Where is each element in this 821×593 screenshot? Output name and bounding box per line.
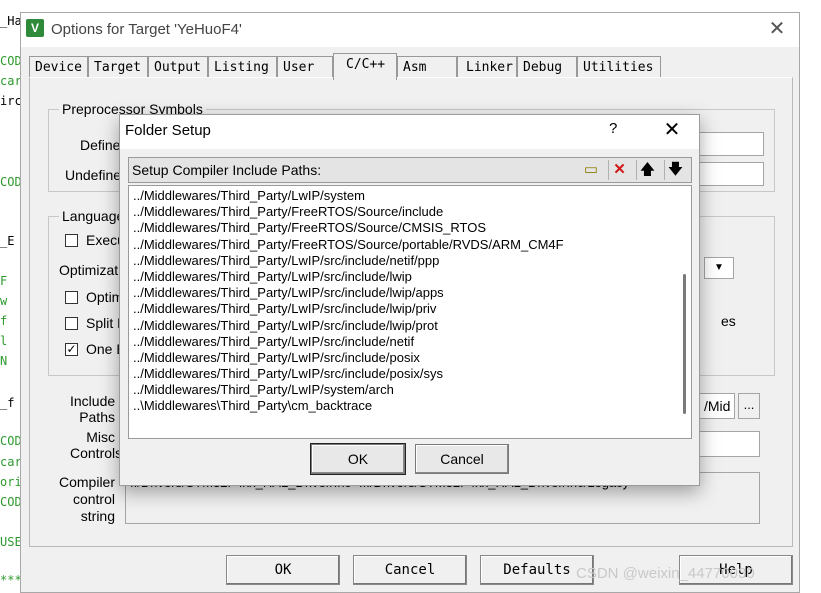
tab-listing[interactable]: Listing [208,56,277,78]
cancel-button[interactable]: Cancel [353,555,467,585]
tab-utilities[interactable]: Utilities [577,56,661,78]
execute-only-checkbox[interactable] [65,234,78,247]
misc-controls-label-1: Misc [86,429,115,445]
list-item[interactable]: ../Middlewares/Third_Party/LwIP/src/incl… [133,366,564,382]
editor-text: COD [0,434,22,448]
editor-text: car [0,74,22,88]
list-item[interactable]: ../Middlewares/Third_Party/LwIP/system/a… [133,382,564,398]
editor-text: l [0,334,8,348]
watermark: CSDN @weixin_44770030 [576,565,755,582]
list-item[interactable]: ../Middlewares/Third_Party/FreeRTOS/Sour… [133,237,564,253]
compiler-control-label-1: Compiler [58,474,115,490]
folder-setup-dialog: Folder Setup ? ✕ Setup Compiler Include … [119,114,700,486]
folder-setup-title-bar: Folder Setup ? ✕ [120,115,699,149]
options-window-title: Options for Target 'YeHuoF4' [51,21,242,38]
list-item[interactable]: ../Middlewares/Third_Party/LwIP/src/incl… [133,318,564,334]
define-label: Define: [80,137,125,153]
include-paths-list[interactable]: ../Middlewares/Third_Party/LwIP/system .… [128,185,692,439]
list-item[interactable]: ../Middlewares/Third_Party/FreeRTOS/Sour… [133,204,564,220]
list-item[interactable]: ..\Middlewares\Third_Party\cm_backtrace [133,398,564,414]
tab-asm[interactable]: Asm [397,56,457,78]
ok-button[interactable]: OK [226,555,340,585]
tab-linker[interactable]: Linker [457,56,517,78]
include-paths-header: Setup Compiler Include Paths: ▭ ✕ 🡅 🡇 [128,157,692,183]
language-group-label: Language [59,208,128,224]
compiler-control-label-2: control [72,491,115,507]
include-paths-items: ../Middlewares/Third_Party/LwIP/system .… [133,188,564,415]
undefine-label: Undefine: [65,167,125,183]
editor-text: N [0,354,8,368]
optimization-dropdown-arrow[interactable]: ▼ [704,257,734,279]
tab-c-cpp[interactable]: C/C++ [333,53,397,80]
keil-app-icon: V [26,19,44,37]
include-paths-label-2: Paths [79,409,115,425]
editor-text: _E [0,234,15,248]
editor-text: car [0,455,22,469]
right-option-label: es [721,313,736,329]
editor-text: ori [0,475,22,489]
list-item[interactable]: ../Middlewares/Third_Party/LwIP/src/incl… [133,334,564,350]
editor-text: F [0,274,8,288]
move-down-icon[interactable]: 🡇 [664,160,686,180]
editor-text: f [0,314,8,328]
compiler-control-label-3: string [80,508,115,524]
tab-output[interactable]: Output [148,56,208,78]
list-item[interactable]: ../Middlewares/Third_Party/FreeRTOS/Sour… [133,220,564,236]
list-item[interactable]: ../Middlewares/Third_Party/LwIP/src/incl… [133,285,564,301]
list-item[interactable]: ../Middlewares/Third_Party/LwIP/src/incl… [133,253,564,269]
help-icon[interactable]: ? [609,120,617,137]
editor-text: w [0,294,8,308]
scrollbar-thumb[interactable] [683,274,686,414]
list-item[interactable]: ../Middlewares/Third_Party/LwIP/src/incl… [133,350,564,366]
move-up-icon[interactable]: 🡅 [636,160,658,180]
tab-debug[interactable]: Debug [517,56,577,78]
folder-ok-button[interactable]: OK [310,443,406,475]
include-paths-label-1: Include [70,393,116,409]
new-folder-icon[interactable]: ▭ [580,160,602,180]
include-paths-browse-button[interactable]: ... [738,393,760,419]
include-paths-header-label: Setup Compiler Include Paths: [132,162,322,178]
options-title-bar: V Options for Target 'YeHuoF4' ✕ [21,13,799,47]
editor-text: _f [0,396,15,410]
folder-cancel-button[interactable]: Cancel [415,444,509,474]
misc-controls-label-2: Controls [70,445,123,461]
one-elf-checkbox[interactable]: ✓ [65,343,78,356]
close-icon[interactable]: ✕ [660,117,684,142]
list-item[interactable]: ../Middlewares/Third_Party/LwIP/system [133,188,564,204]
editor-text: _Ha [0,14,22,28]
list-scrollbar[interactable] [677,186,691,438]
editor-text: COD [0,54,22,68]
editor-text: USE [0,535,22,549]
editor-text: COD [0,495,22,509]
delete-icon[interactable]: ✕ [608,160,630,180]
tab-target[interactable]: Target [88,56,148,78]
close-icon[interactable]: ✕ [765,17,789,41]
optimize-time-checkbox[interactable] [65,291,78,304]
editor-text: irc [0,94,22,108]
list-item[interactable]: ../Middlewares/Third_Party/LwIP/src/incl… [133,269,564,285]
tab-device[interactable]: Device [29,56,88,78]
editor-text: *** [0,573,22,587]
folder-setup-title: Folder Setup [125,122,211,139]
tab-user[interactable]: User [277,56,333,78]
editor-background: _Ha COD car irc COD _E F w f l N _f COD … [0,0,22,593]
editor-text: COD [0,175,22,189]
split-load-checkbox[interactable] [65,317,78,330]
list-item[interactable]: ../Middlewares/Third_Party/LwIP/src/incl… [133,301,564,317]
